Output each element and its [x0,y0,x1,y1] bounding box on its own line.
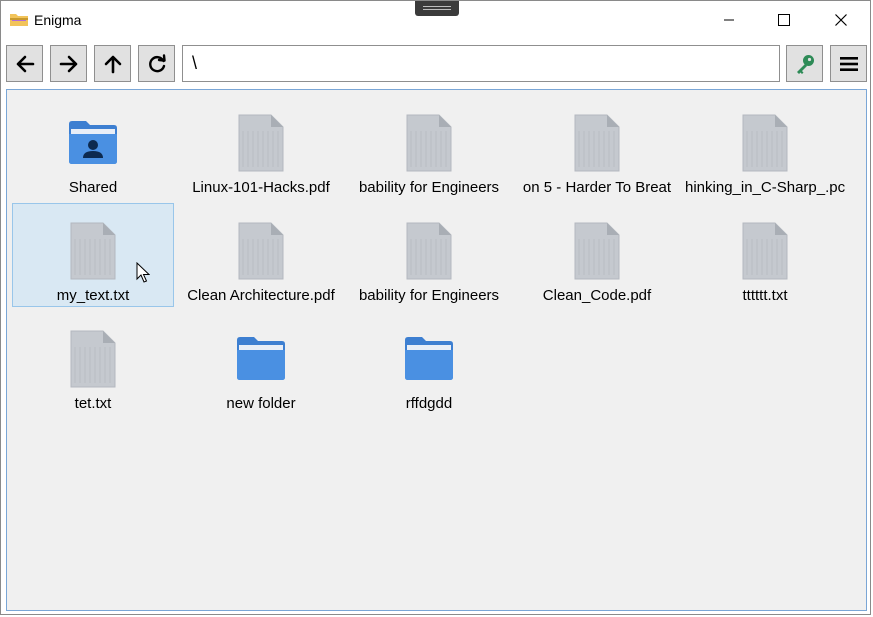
folder-icon [404,335,454,386]
minimize-icon [724,19,734,21]
app-window: Enigma \ Shared Linux-101-Hacks.pdf babi… [0,0,871,615]
folder-icon [236,335,286,386]
folder-item[interactable]: new folder [180,311,342,415]
file-item[interactable]: my_text.txt [12,203,174,307]
folder-item[interactable]: rffdgdd [348,311,510,415]
address-bar[interactable]: \ [182,45,780,82]
menu-button[interactable] [830,45,867,82]
maximize-icon [778,14,790,26]
file-item[interactable]: Clean Architecture.pdf [180,203,342,307]
item-label: new folder [226,395,296,412]
item-label: Clean Architecture.pdf [187,287,335,304]
item-label: Shared [68,179,118,196]
forward-button[interactable] [50,45,87,82]
file-icon [405,221,453,286]
file-item[interactable]: bability for Engineers [348,95,510,199]
key-icon [796,54,814,74]
minimize-button[interactable] [701,1,757,39]
title-bar[interactable]: Enigma [1,1,872,39]
file-icon [69,221,117,286]
key-button[interactable] [786,45,823,82]
file-icon [741,113,789,178]
file-item[interactable]: Clean_Code.pdf [516,203,678,307]
close-icon [835,14,847,26]
item-label: Clean_Code.pdf [542,287,652,304]
mouse-cursor-icon [136,261,151,289]
file-item[interactable]: bability for Engineers [348,203,510,307]
file-icon [573,221,621,286]
file-item[interactable]: Linux-101-Hacks.pdf [180,95,342,199]
file-icon [69,329,117,394]
file-icon [741,221,789,286]
folder-icon [9,11,29,32]
file-item[interactable]: tttttt.txt [684,203,846,307]
file-item[interactable]: on 5 - Harder To Breat [516,95,678,199]
item-label: Linux-101-Hacks.pdf [192,179,330,196]
file-icon [405,113,453,178]
item-label: my_text.txt [56,287,130,304]
item-label: tet.txt [74,395,112,412]
refresh-button[interactable] [138,45,175,82]
shared-folder-icon [68,119,118,170]
file-item[interactable]: hinking_in_C-Sharp_.pc [684,95,846,199]
hamburger-menu-icon [839,56,858,71]
window-title: Enigma [34,12,82,28]
item-label: bability for Engineers [358,287,500,304]
arrow-right-icon [59,55,77,72]
arrow-left-icon [16,55,34,72]
arrow-up-icon [104,55,121,73]
file-item[interactable]: tet.txt [12,311,174,415]
back-button[interactable] [6,45,43,82]
refresh-icon [148,53,166,72]
item-label: on 5 - Harder To Breat [522,179,672,196]
item-label: bability for Engineers [358,179,500,196]
item-label: rffdgdd [405,395,453,412]
file-icon [573,113,621,178]
up-button[interactable] [94,45,131,82]
file-grid[interactable]: Shared Linux-101-Hacks.pdf bability for En… [6,89,867,611]
folder-item[interactable]: Shared [12,95,174,199]
item-label: hinking_in_C-Sharp_.pc [685,179,845,196]
file-icon [237,113,285,178]
file-icon [237,221,285,286]
close-button[interactable] [813,1,869,39]
item-label: tttttt.txt [742,287,788,304]
maximize-button[interactable] [756,1,812,39]
